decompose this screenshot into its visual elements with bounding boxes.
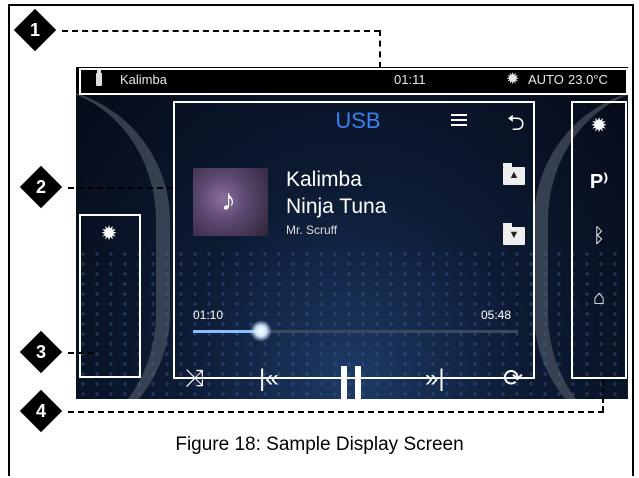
leader-line-4 (68, 411, 604, 413)
callout-3: 3 (19, 330, 63, 374)
figure-caption: Figure 18: Sample Display Screen (175, 434, 464, 455)
right-column-highlight (571, 101, 627, 379)
callout-4: 4 (19, 389, 63, 433)
callout-1: 1 (13, 8, 57, 52)
media-panel-highlight (173, 101, 535, 379)
callout-2: 2 (19, 165, 63, 209)
leader-line-4-vertical (602, 379, 604, 412)
leader-line-1 (62, 30, 380, 32)
leader-line-1-vertical (379, 30, 381, 68)
leader-line-2 (68, 187, 173, 189)
status-bar-highlight (79, 68, 628, 95)
leader-line-3 (68, 352, 94, 354)
